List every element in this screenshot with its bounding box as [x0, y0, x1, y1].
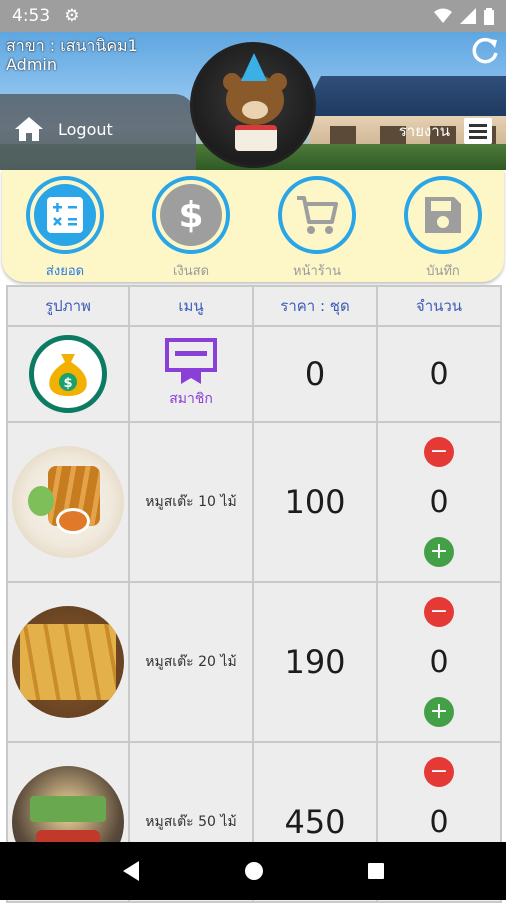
wifi-icon: [434, 8, 452, 23]
quantity-value: 0: [429, 484, 449, 520]
save-icon: [412, 184, 474, 246]
header-quantity: จำนวน: [378, 287, 502, 325]
calculator-icon: [34, 184, 96, 246]
home-icon: [15, 117, 43, 141]
action-send-total[interactable]: ส่งยอด: [25, 176, 105, 281]
action-bar: ส่งยอด $ เงินสด หน้าร้าน บันทึก: [2, 170, 504, 282]
hamburger-menu-icon: [464, 118, 492, 144]
branch-info: สาขา : เสนานิคม1 Admin: [6, 36, 138, 74]
status-icons: [434, 7, 494, 25]
menu-price: 450: [284, 803, 346, 841]
status-time: 4:53: [12, 6, 51, 26]
member-card-icon: [165, 338, 217, 384]
user-role: Admin: [6, 55, 57, 74]
header-price: ราคา : ชุด: [254, 287, 378, 325]
header-menu: เมนู: [130, 287, 254, 325]
satay-20-image: [12, 606, 124, 718]
dollar-icon: $: [160, 184, 222, 246]
member-label: สมาชิก: [169, 391, 213, 407]
battery-icon: [484, 7, 494, 25]
table-row: หมูสเต๊ะ 10 ไม้ 100 − 0 +: [6, 423, 502, 583]
signal-icon: [460, 8, 476, 24]
decrease-button[interactable]: −: [424, 437, 454, 467]
menu-price: 100: [284, 483, 346, 521]
action-cash-label: เงินสด: [172, 264, 210, 279]
action-save-label: บันทึก: [426, 264, 460, 279]
menu-price: 190: [284, 643, 346, 681]
svg-text:$: $: [63, 376, 72, 391]
action-cash[interactable]: $ เงินสด: [151, 176, 231, 281]
minus-icon: −: [429, 439, 449, 464]
member-qty: 0: [429, 356, 449, 392]
satay-10-image: [12, 446, 124, 558]
increase-button[interactable]: +: [424, 537, 454, 567]
minus-icon: −: [429, 759, 449, 784]
party-hat: [241, 53, 267, 81]
report-label: รายงาน: [398, 122, 450, 140]
action-storefront-label: หน้าร้าน: [293, 264, 341, 279]
system-nav-bar: [0, 842, 506, 900]
increase-button[interactable]: +: [424, 697, 454, 727]
member-price: 0: [304, 355, 326, 393]
refresh-icon[interactable]: [470, 36, 500, 66]
branch-name: สาขา : เสนานิคม1: [6, 36, 138, 55]
plus-icon: +: [429, 539, 449, 564]
table-header: รูปภาพ เมนู ราคา : ชุด จำนวน: [6, 285, 502, 327]
cart-icon: [286, 184, 348, 246]
menu-name: หมูสเต๊ะ 20 ไม้: [145, 654, 237, 670]
back-icon[interactable]: [121, 860, 141, 882]
quantity-value: 0: [429, 644, 449, 680]
action-send-total-label: ส่งยอด: [45, 264, 85, 279]
quantity-value: 0: [429, 804, 449, 840]
header-image: รูปภาพ: [6, 287, 130, 325]
status-bar: 4:53 ⚙: [0, 0, 506, 32]
settings-gear-icon: ⚙: [64, 6, 80, 26]
action-storefront[interactable]: หน้าร้าน: [277, 176, 357, 281]
money-bag-icon: $: [29, 335, 107, 413]
member-button[interactable]: สมาชิก: [130, 327, 254, 421]
menu-name: หมูสเต๊ะ 50 ไม้: [145, 814, 237, 830]
plus-icon: +: [429, 699, 449, 724]
logout-button[interactable]: Logout: [14, 116, 113, 142]
building-roof: [300, 76, 506, 116]
home-circle-icon[interactable]: [244, 861, 264, 881]
decrease-button[interactable]: −: [424, 757, 454, 787]
cake: [235, 125, 277, 151]
table-row: หมูสเต๊ะ 20 ไม้ 190 − 0 +: [6, 583, 502, 743]
action-save[interactable]: บันทึก: [403, 176, 483, 281]
logout-label: Logout: [58, 119, 113, 139]
menu-name: หมูสเต๊ะ 10 ไม้: [145, 494, 237, 510]
report-menu-button[interactable]: รายงาน: [399, 118, 492, 144]
decrease-button[interactable]: −: [424, 597, 454, 627]
minus-icon: −: [429, 599, 449, 624]
menu-table: รูปภาพ เมนู ราคา : ชุด จำนวน $ สมาชิก 0 …: [6, 285, 502, 903]
avatar: [190, 42, 316, 168]
recents-icon[interactable]: [367, 862, 385, 880]
table-row-member: $ สมาชิก 0 0: [6, 327, 502, 423]
